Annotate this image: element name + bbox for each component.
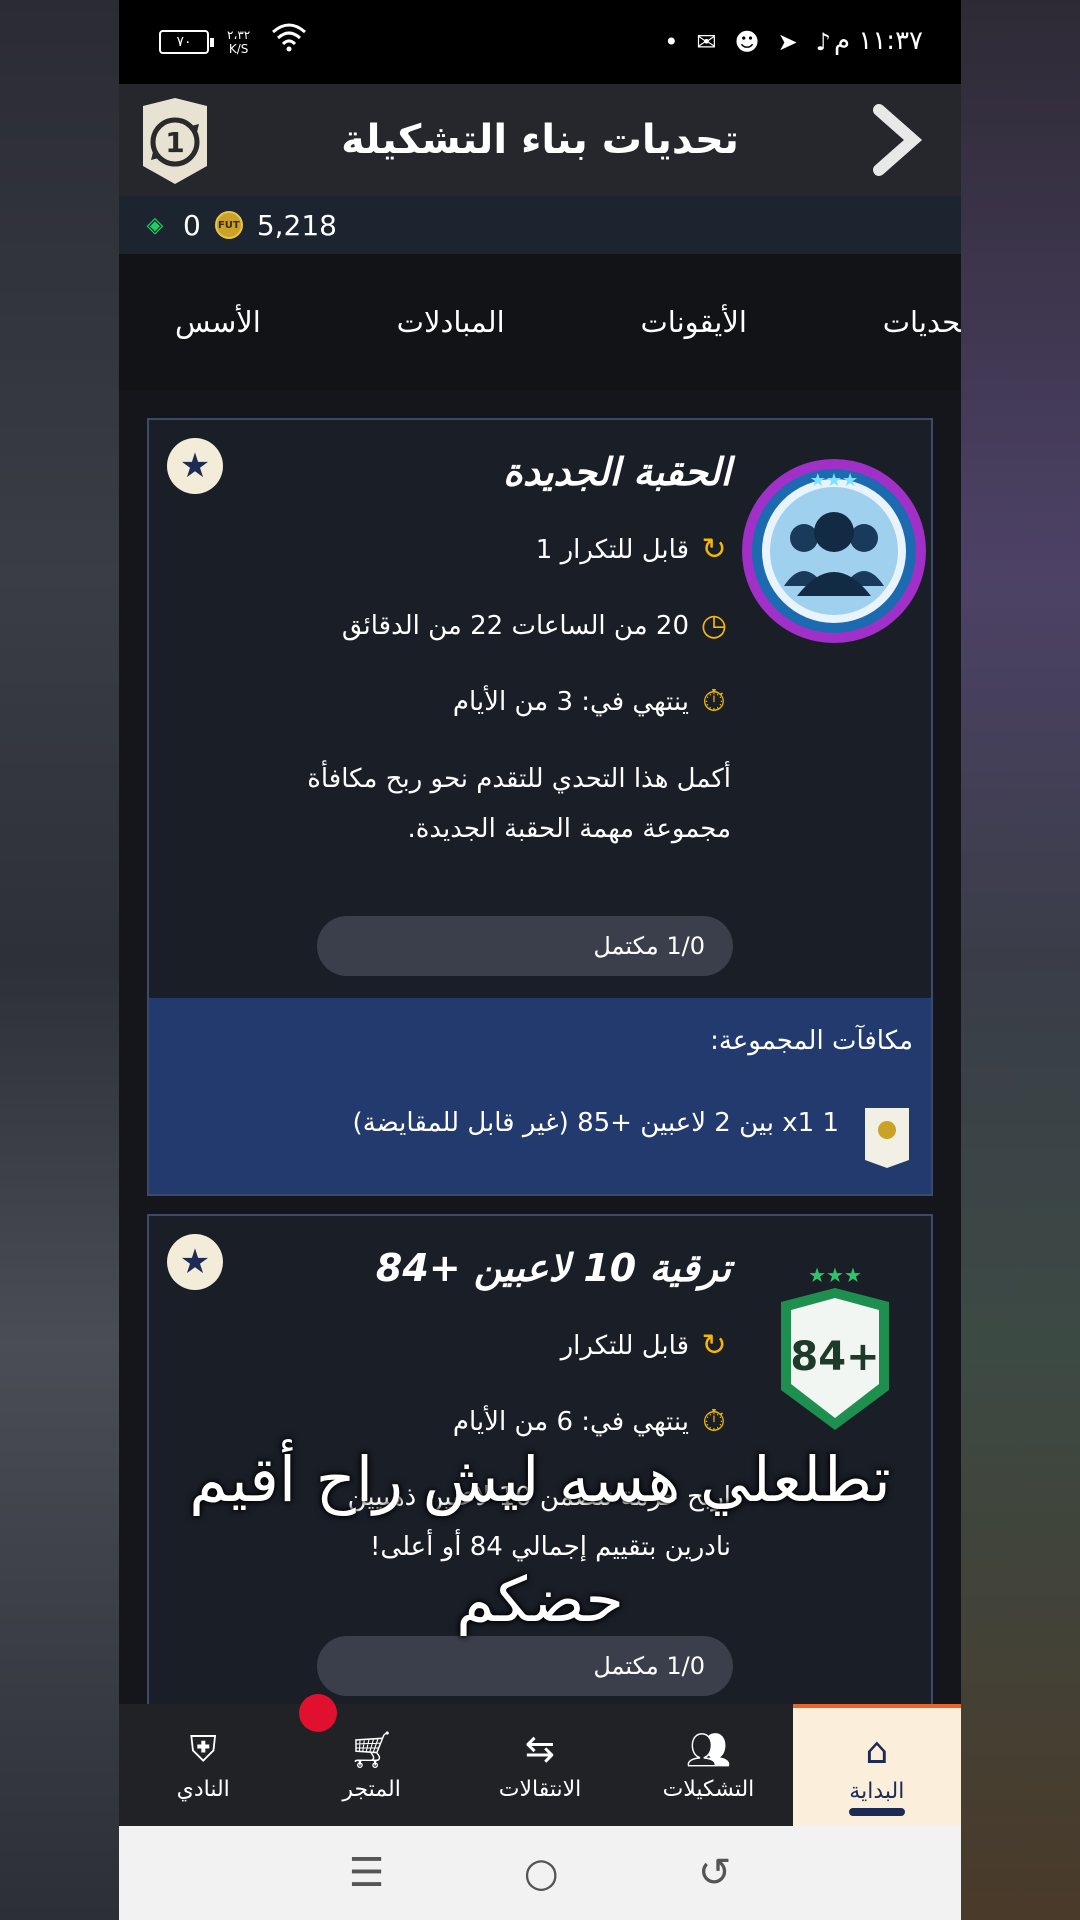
- dot-icon: •: [664, 28, 679, 56]
- network-speed: ٢،٣٢ K/S: [227, 28, 251, 56]
- telegram-icon: ➤: [777, 28, 798, 56]
- favorite-star-icon[interactable]: ★: [167, 1234, 223, 1290]
- svg-text:1: 1: [165, 126, 184, 159]
- home-circle-icon[interactable]: ○: [524, 1850, 559, 1896]
- squads-icon: 👥︎: [685, 1729, 732, 1771]
- group-rewards: مكافآت المجموعة: 1 x1 بين 2 لاعبين +85 (…: [149, 998, 931, 1194]
- currency-bar: ◈ 0 FUT 5,218: [119, 196, 961, 254]
- new-era-badge-icon: ★★★: [739, 456, 929, 646]
- points-balance: 0: [183, 208, 201, 242]
- notification-icons: • ✉ ☻ ➤ ♪: [664, 28, 831, 56]
- expiry-row: ⏱ ينتهي في: 3 من الأيام: [453, 684, 731, 719]
- nav-club[interactable]: ⛨ النادي: [119, 1704, 287, 1826]
- group-rewards-label: مكافآت المجموعة:: [710, 1026, 913, 1056]
- back-chevron-icon[interactable]: [855, 98, 935, 182]
- challenge-title: الحقبة الجديدة: [503, 450, 731, 494]
- bottom-navigation: ⛨ النادي 🛒︎ المتجر ⇆ الانتقالات 👥︎ التشك…: [119, 1704, 961, 1826]
- video-caption-overlay: تطلعلي هسه ليش راح أقيم حضكم: [189, 1443, 891, 1636]
- repeatable-row: ↻ قابل للتكرار 1: [536, 532, 731, 567]
- pack-icon: [863, 1104, 911, 1170]
- points-icon: ◈: [146, 212, 164, 238]
- tab-foundations[interactable]: الأسس: [175, 305, 261, 339]
- repeatable-row: ↻ قابل للتكرار: [561, 1328, 731, 1363]
- challenge-description: أكمل هذا التحدي للتقدم نحو ربح مكافأة مج…: [307, 764, 731, 844]
- challenges-list[interactable]: ★ ★★★ الحقبة الجديدة ↻ قابل للتكرار 1 ◷ …: [119, 390, 961, 1708]
- stopwatch-icon: ⏱: [702, 684, 726, 719]
- svg-text:★★★: ★★★: [810, 470, 858, 491]
- favorite-star-icon[interactable]: ★: [167, 438, 223, 494]
- club-icon: ⛨: [189, 1728, 217, 1770]
- transfers-icon: ⇆: [524, 1728, 556, 1770]
- repeat-icon: ↻: [701, 532, 727, 567]
- category-tabs: الأسس المبادلات الأيقونات تحديات: [119, 254, 961, 390]
- upgrade-84-badge-icon: ★★★ 84+: [777, 1260, 893, 1438]
- tab-exchanges[interactable]: المبادلات: [397, 305, 505, 339]
- notification-dot: [299, 1694, 337, 1732]
- back-icon[interactable]: ↺: [698, 1850, 732, 1896]
- tiktok-icon: ♪: [815, 28, 831, 56]
- tab-challenges[interactable]: تحديات: [883, 305, 961, 339]
- app-header: 1 تحديات بناء التشكيلة: [119, 84, 961, 196]
- status-bar: ٧٠ ٢،٣٢ K/S • ✉ ☻ ➤ ♪ ١١:٣٧ م: [119, 0, 961, 84]
- nav-transfers[interactable]: ⇆ الانتقالات: [456, 1704, 624, 1826]
- wifi-icon: [271, 22, 307, 59]
- refresh-timer-icon: ◷: [700, 608, 728, 643]
- svg-text:★★★: ★★★: [808, 1263, 862, 1287]
- app-icon: ☻: [734, 28, 760, 56]
- tab-icons[interactable]: الأيقونات: [640, 305, 747, 339]
- badge-rating-text: 84+: [790, 1334, 879, 1380]
- nav-squads[interactable]: 👥︎ التشكيلات: [624, 1704, 792, 1826]
- nav-home[interactable]: ⌂ البداية: [792, 1704, 961, 1826]
- home-icon: ⌂: [865, 1730, 889, 1772]
- sbc-logo-icon[interactable]: 1: [137, 96, 213, 186]
- repeat-icon: ↻: [701, 1328, 727, 1363]
- coin-icon: FUT: [214, 211, 243, 239]
- mail-icon: ✉: [696, 28, 717, 56]
- blurred-background-left: [0, 0, 120, 1920]
- store-icon: 🛒︎: [348, 1729, 395, 1771]
- recent-apps-icon[interactable]: ☰: [349, 1850, 385, 1896]
- system-navigation: ☰ ○ ↺: [119, 1826, 961, 1920]
- battery-icon: ٧٠: [159, 30, 214, 54]
- phone-screen: ٧٠ ٢،٣٢ K/S • ✉ ☻ ➤ ♪ ١١:٣٧ م 1 تحديات ب…: [119, 0, 961, 1920]
- clock: ١١:٣٧ م: [834, 26, 923, 56]
- challenge-card[interactable]: ★ ★★★ الحقبة الجديدة ↻ قابل للتكرار 1 ◷ …: [147, 418, 933, 1196]
- blurred-background-right: [960, 0, 1080, 1920]
- coins-balance: 5,218: [256, 208, 337, 242]
- reward-description: 1 x1 بين 2 لاعبين +85 (غير قابل للمقايضة…: [352, 1108, 839, 1138]
- page-title: تحديات بناء التشكيلة: [341, 117, 739, 163]
- progress-pill: 1/0 مكتمل: [317, 916, 733, 976]
- refresh-row: ◷ 20 من الساعات 22 من الدقائق: [342, 608, 731, 643]
- challenge-title: ترقية 10 لاعبين +84: [375, 1246, 731, 1290]
